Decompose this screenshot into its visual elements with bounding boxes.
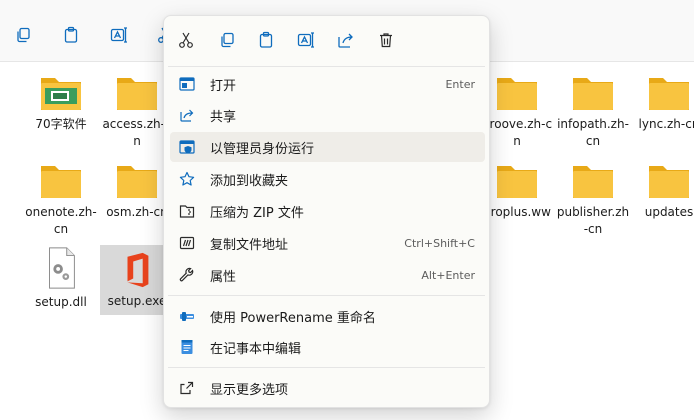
file-name: onenote.zh-cn xyxy=(25,205,97,236)
folder-icon xyxy=(649,166,689,198)
folder-icon xyxy=(497,166,537,198)
menu-item-shortcut: Ctrl+Shift+C xyxy=(404,236,475,250)
paste-icon[interactable] xyxy=(58,22,84,48)
folder-icon xyxy=(573,78,613,110)
file-name: publisher.zh-cn xyxy=(556,205,630,236)
file-item[interactable]: proplus.ww xyxy=(480,162,554,221)
file-name: setup.dll xyxy=(35,295,87,309)
file-item[interactable]: updates xyxy=(632,162,694,221)
share-icon[interactable] xyxy=(334,28,358,52)
file-name: proplus.ww xyxy=(483,205,551,219)
menu-item-copy-path[interactable]: 复制文件地址 Ctrl+Shift+C xyxy=(170,228,485,258)
menu-item-label: 共享 xyxy=(210,109,237,125)
share-icon xyxy=(178,106,196,124)
menu-item-label: 以管理员身份运行 xyxy=(210,141,315,157)
zip-icon xyxy=(178,202,196,220)
rename-icon[interactable] xyxy=(106,22,132,48)
copy-icon[interactable] xyxy=(10,22,36,48)
app-folder-icon xyxy=(41,78,81,110)
file-name: 70字软件 xyxy=(35,117,87,131)
menu-item-shortcut: Alt+Enter xyxy=(421,268,475,282)
menu-item-properties[interactable]: 属性 Alt+Enter xyxy=(170,260,485,290)
menu-item-label: 复制文件地址 xyxy=(210,237,289,253)
menu-item-powerrename[interactable]: 使用 PowerRename 重命名 xyxy=(170,301,485,331)
folder-icon xyxy=(649,78,689,110)
star-icon xyxy=(178,170,196,188)
menu-item-compress-zip[interactable]: 压缩为 ZIP 文件 xyxy=(170,196,485,226)
file-name: groove.zh-cn xyxy=(481,117,553,148)
folder-icon xyxy=(117,166,157,198)
menu-item-label: 在记事本中编辑 xyxy=(210,341,302,357)
powerrename-icon xyxy=(178,307,196,325)
menu-item-shortcut: Enter xyxy=(445,77,475,91)
wrench-icon xyxy=(178,266,196,284)
menu-item-open[interactable]: 打开 Enter xyxy=(170,69,485,99)
rename-icon[interactable] xyxy=(294,28,318,52)
folder-icon xyxy=(573,166,613,198)
menu-item-label: 显示更多选项 xyxy=(210,382,289,398)
menu-item-add-favorites[interactable]: 添加到收藏夹 xyxy=(170,164,485,194)
menu-item-share[interactable]: 共享 xyxy=(170,100,485,130)
menu-separator xyxy=(168,295,485,296)
file-item[interactable]: onenote.zh-cn xyxy=(24,162,98,238)
copy-icon[interactable] xyxy=(215,28,239,52)
file-item[interactable]: publisher.zh-cn xyxy=(556,162,630,238)
file-item[interactable]: infopath.zh-cn xyxy=(556,74,630,150)
delete-icon[interactable] xyxy=(374,28,398,52)
menu-item-edit-notepad[interactable]: 在记事本中编辑 xyxy=(170,332,485,362)
dll-file-icon xyxy=(49,247,75,289)
shield-icon xyxy=(178,138,196,156)
menu-item-show-more-options[interactable]: 显示更多选项 xyxy=(170,373,485,403)
office-icon xyxy=(127,252,149,288)
file-name: updates xyxy=(644,205,694,219)
folder-icon xyxy=(497,78,537,110)
menu-item-label: 使用 PowerRename 重命名 xyxy=(210,310,376,326)
context-menu: 打开 Enter 共享 以管理员身份运行 添加到收藏夹 压缩为 ZIP 文件 复… xyxy=(163,15,490,408)
menu-separator xyxy=(168,66,485,67)
menu-item-label: 压缩为 ZIP 文件 xyxy=(210,205,304,221)
cut-icon[interactable] xyxy=(174,28,198,52)
paste-icon[interactable] xyxy=(254,28,278,52)
file-name: infopath.zh-cn xyxy=(557,117,629,148)
more-options-icon xyxy=(178,379,196,397)
folder-icon xyxy=(41,166,81,198)
folder-icon xyxy=(117,78,157,110)
copy-path-icon xyxy=(178,234,196,252)
file-item[interactable]: 70字软件 xyxy=(24,74,98,133)
menu-item-label: 打开 xyxy=(210,78,237,94)
menu-item-label: 属性 xyxy=(210,269,237,285)
file-name: lync.zh-cn xyxy=(638,117,694,131)
quick-actions-bar xyxy=(164,16,489,64)
file-item[interactable]: lync.zh-cn xyxy=(632,74,694,133)
file-item[interactable]: setup.dll xyxy=(24,246,98,311)
open-icon xyxy=(178,75,196,93)
menu-separator xyxy=(168,367,485,368)
menu-item-run-as-admin[interactable]: 以管理员身份运行 xyxy=(170,132,485,162)
notepad-icon xyxy=(178,338,196,356)
menu-item-label: 添加到收藏夹 xyxy=(210,173,289,189)
file-item[interactable]: groove.zh-cn xyxy=(480,74,554,150)
